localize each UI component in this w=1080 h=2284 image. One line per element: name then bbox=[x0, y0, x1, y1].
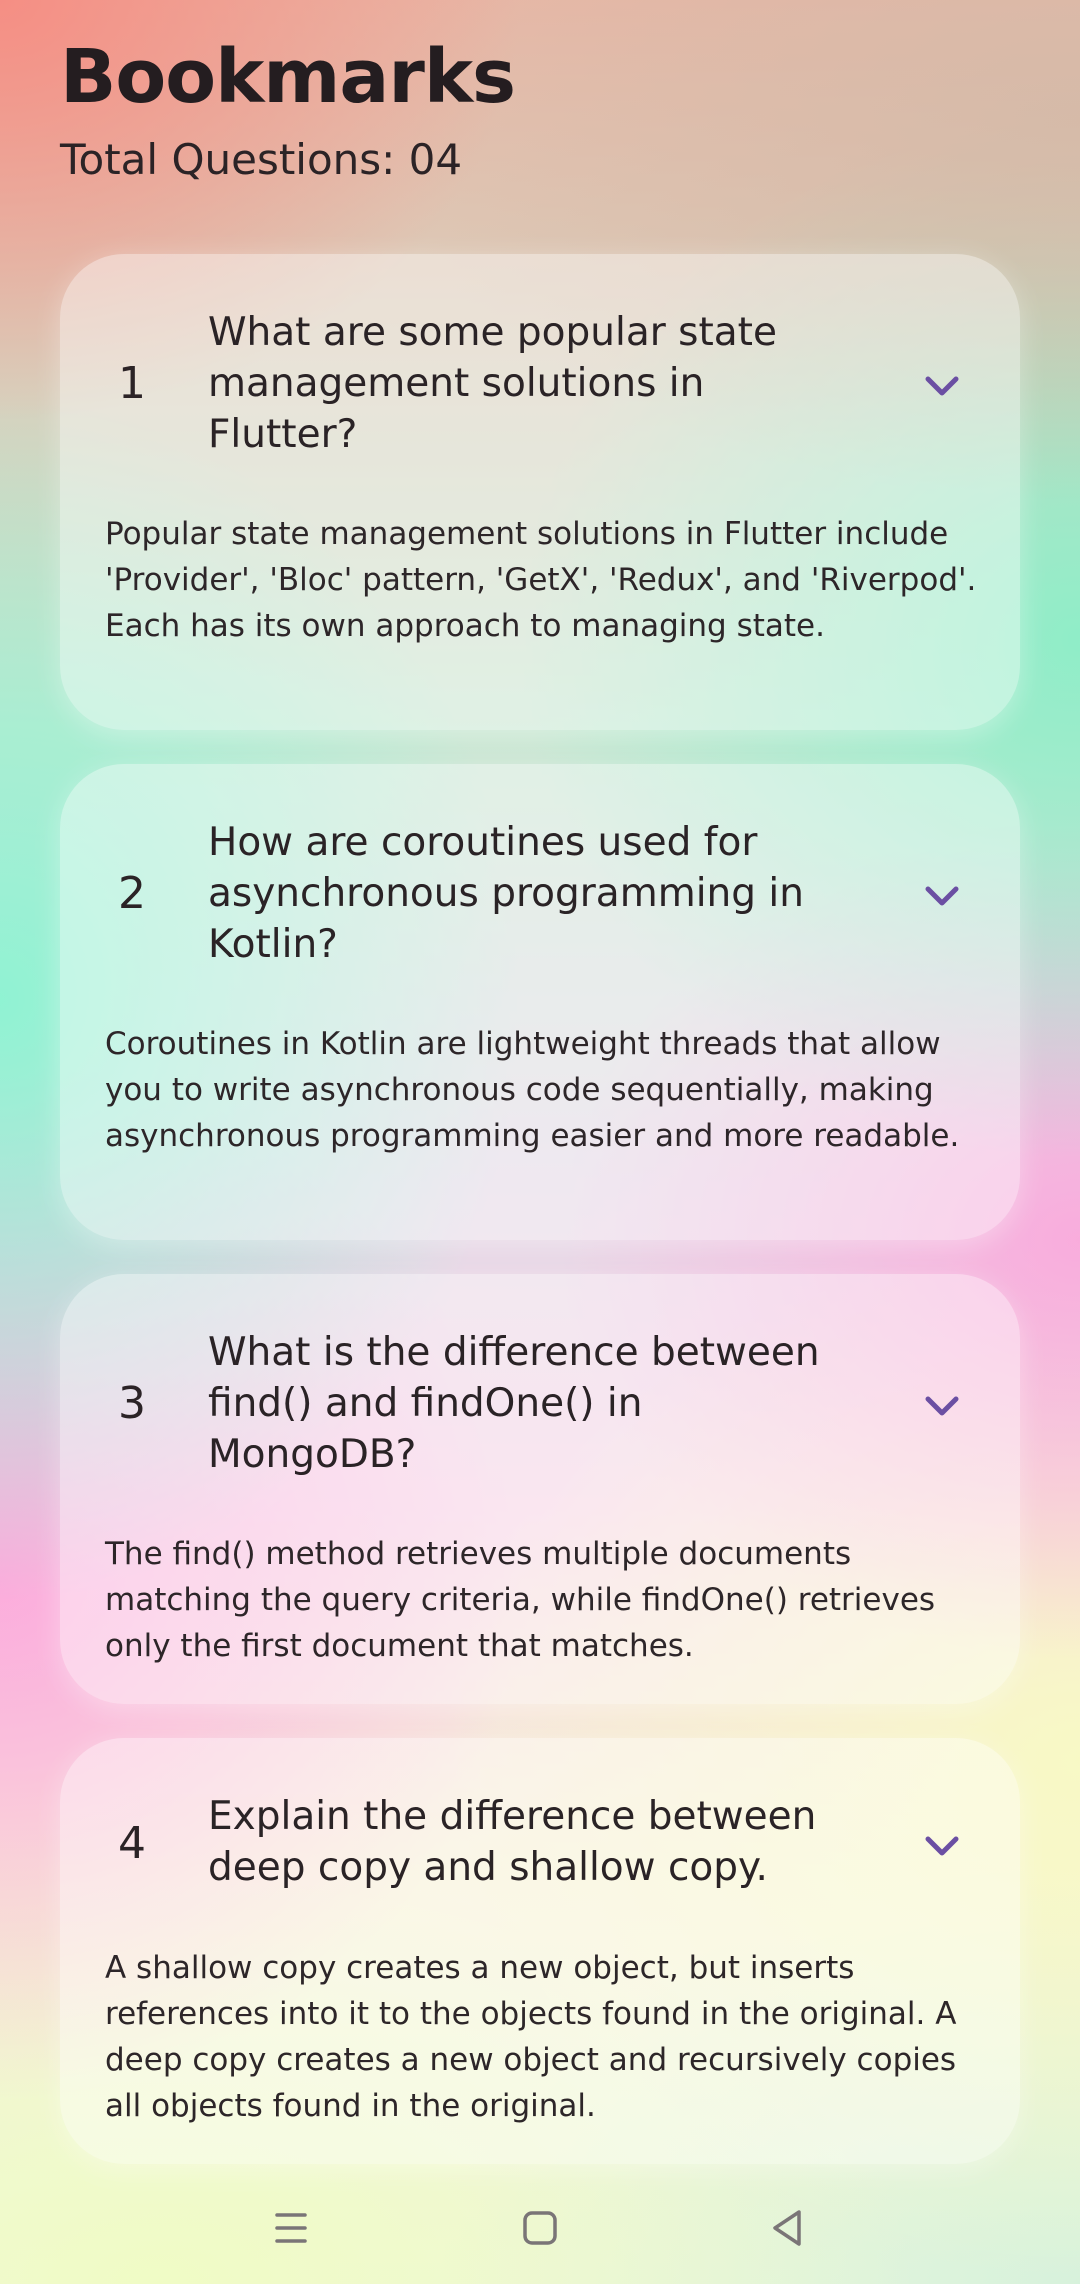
bookmark-card: 2 How are coroutines used for asynchrono… bbox=[60, 764, 1020, 1240]
answer-text: A shallow copy creates a new object, but… bbox=[105, 1950, 957, 2124]
bookmark-card: 4 Explain the difference between deep co… bbox=[60, 1738, 1020, 2164]
home-icon[interactable] bbox=[510, 2198, 570, 2258]
question-text: What is the difference between find() an… bbox=[208, 1330, 820, 1477]
question-text: Explain the difference between deep copy… bbox=[208, 1794, 817, 1890]
answer-text: Popular state management solutions in Fl… bbox=[105, 516, 977, 644]
question-text: What are some popular state management s… bbox=[208, 310, 777, 457]
system-nav-bar bbox=[0, 2170, 1080, 2284]
header: Bookmarks Total Questions: 04 bbox=[60, 32, 516, 188]
question-number: 1 bbox=[118, 358, 146, 409]
chevron-down-icon[interactable] bbox=[922, 884, 962, 908]
bookmark-card: 1 What are some popular state management… bbox=[60, 254, 1020, 730]
back-icon[interactable] bbox=[757, 2198, 817, 2258]
answer-text: Coroutines in Kotlin are lightweight thr… bbox=[105, 1026, 960, 1154]
chevron-down-icon[interactable] bbox=[922, 1834, 962, 1858]
menu-icon[interactable] bbox=[261, 2198, 321, 2258]
question-number: 4 bbox=[118, 1818, 146, 1869]
question-number: 3 bbox=[118, 1378, 146, 1429]
chevron-down-icon[interactable] bbox=[922, 1394, 962, 1418]
chevron-down-icon[interactable] bbox=[922, 374, 962, 398]
bookmark-card: 3 What is the difference between find() … bbox=[60, 1274, 1020, 1704]
question-number: 2 bbox=[118, 868, 146, 919]
question-text: How are coroutines used for asynchronous… bbox=[208, 820, 804, 967]
total-questions-count: Total Questions: 04 bbox=[60, 135, 463, 184]
answer-text: The find() method retrieves multiple doc… bbox=[105, 1536, 936, 1664]
page-title: Bookmarks bbox=[60, 34, 516, 120]
